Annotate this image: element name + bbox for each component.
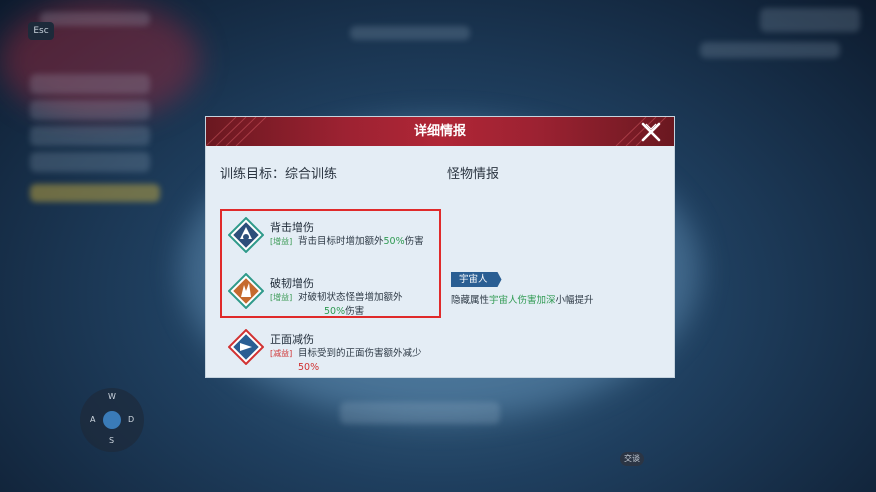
blurred-top-center (350, 26, 470, 40)
panel-header: 详细情报 (206, 117, 674, 146)
detail-info-panel: 详细情报 训练目标：综合训练 怪物情报 背击增伤 [增益] 背击目标时增加额外5… (205, 116, 675, 378)
key-s-label: S (109, 436, 115, 445)
skill-desc-text: 对破韧状态怪兽增加额外 (298, 292, 403, 303)
back-attack-icon (228, 217, 264, 253)
skill-tag-buff: [增益] (270, 293, 293, 302)
blurred-top-right (760, 8, 860, 32)
skill-description: 背击目标时增加额外50%伤害 (298, 235, 478, 249)
skill-name: 背击增伤 (270, 221, 314, 234)
monster-desc-suffix: 小幅提升 (555, 295, 594, 306)
close-icon[interactable] (640, 121, 662, 143)
blurred-bottom-center (340, 402, 500, 424)
monster-description: 隐藏属性宇宙人伤害加深小幅提升 (451, 292, 594, 306)
training-goal: 训练目标：综合训练 (220, 167, 338, 182)
blurred-left-menu-2 (30, 100, 150, 120)
frontal-reduction-icon (228, 329, 264, 365)
esc-button[interactable]: Esc (28, 22, 54, 40)
skill-desc-suffix: 伤害 (345, 306, 365, 317)
skill-percent: 50% (298, 362, 320, 373)
skill-desc-text: 背击目标时增加额外 (298, 236, 384, 247)
blurred-left-menu-1 (30, 74, 150, 94)
skill-description: 对破韧状态怪兽增加额外 50%伤害 (298, 291, 448, 319)
monster-desc-prefix: 隐藏属性 (451, 295, 490, 306)
skill-name: 破韧增伤 (270, 277, 314, 290)
key-a-label: A (90, 415, 96, 424)
blurred-top-title (40, 12, 150, 26)
skill-desc-text: 目标受到的正面伤害额外减少 (298, 348, 422, 359)
blurred-left-buttons (30, 184, 160, 202)
monster-desc-highlight: 宇宙人伤害加深 (489, 295, 556, 306)
skill-desc-suffix: 伤害 (404, 236, 424, 247)
break-toughness-icon (228, 273, 264, 309)
skill-item-frontal-reduction: 正面减伤 [减益] 目标受到的正面伤害额外减少 50% (226, 329, 486, 379)
joystick-knob[interactable] (103, 411, 121, 429)
talk-chip[interactable]: 交谈 (620, 452, 644, 466)
skill-name: 正面减伤 (270, 333, 314, 346)
monster-info-title: 怪物情报 (447, 167, 500, 182)
skill-tag-debuff: [减益] (270, 349, 293, 358)
key-w-label: W (108, 392, 116, 401)
key-d-label: D (128, 415, 135, 424)
blurred-left-menu-4 (30, 152, 150, 172)
movement-joystick[interactable]: W A D S (80, 388, 144, 452)
skill-description: 目标受到的正面伤害额外减少 50% (298, 347, 478, 375)
skill-tag-buff: [增益] (270, 237, 293, 246)
skill-item-back-attack: 背击增伤 [增益] 背击目标时增加额外50%伤害 (226, 217, 486, 267)
blurred-right-bar (700, 42, 840, 58)
blurred-left-menu-3 (30, 126, 150, 146)
monster-type-badge: 宇宙人 (451, 272, 502, 287)
skill-percent: 50% (324, 306, 346, 317)
panel-title: 详细情报 (413, 124, 466, 139)
skill-item-break-toughness: 破韧增伤 [增益] 对破韧状态怪兽增加额外 50%伤害 (226, 273, 486, 323)
skill-percent: 50% (383, 236, 405, 247)
